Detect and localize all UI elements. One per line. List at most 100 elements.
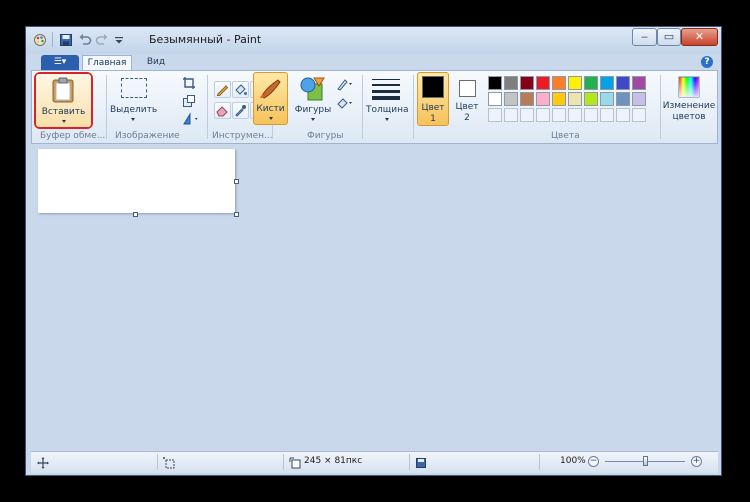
save-icon[interactable] xyxy=(59,33,73,47)
palette-swatch[interactable] xyxy=(600,92,614,106)
group-divider xyxy=(106,75,107,139)
palette-empty-swatch[interactable] xyxy=(632,108,646,122)
zoom-out-button[interactable]: − xyxy=(588,456,599,467)
shapes-button[interactable]: Фигуры xyxy=(293,74,333,126)
palette-swatch[interactable] xyxy=(632,92,646,106)
color2-button[interactable]: Цвет 2 xyxy=(452,74,482,126)
palette-empty-swatch[interactable] xyxy=(568,108,582,122)
palette-empty-swatch[interactable] xyxy=(488,108,502,122)
palette-empty-swatch[interactable] xyxy=(600,108,614,122)
minimize-button[interactable]: ‒ xyxy=(632,28,657,46)
eraser-tool[interactable] xyxy=(214,102,231,119)
palette-swatch[interactable] xyxy=(520,76,534,90)
palette-swatch[interactable] xyxy=(632,76,646,90)
status-divider xyxy=(157,454,158,470)
maximize-button[interactable]: ▭ xyxy=(657,28,681,46)
palette-empty-swatch[interactable] xyxy=(536,108,550,122)
close-button[interactable]: ✕ xyxy=(681,28,718,46)
select-rectangle-icon xyxy=(121,78,147,98)
color2-label-line1: Цвет xyxy=(455,102,479,112)
image-size-icon xyxy=(289,457,301,469)
edit-colors-label-line1: Изменение xyxy=(662,101,716,111)
palette-swatch[interactable] xyxy=(552,92,566,106)
image-size-text: 245 × 81пкс xyxy=(304,456,363,466)
paint-window: Безымянный - Paint ‒ ▭ ✕ ☰▾ Главная Вид … xyxy=(25,26,722,476)
size-line-4 xyxy=(372,96,400,100)
palette-swatch[interactable] xyxy=(584,92,598,106)
palette-swatch[interactable] xyxy=(600,76,614,90)
drawing-canvas[interactable] xyxy=(38,149,235,213)
outline-icon[interactable] xyxy=(336,77,354,91)
color-picker-tool[interactable] xyxy=(232,102,249,119)
group-divider xyxy=(362,75,363,139)
brush-icon xyxy=(260,79,281,99)
palette-empty-swatch[interactable] xyxy=(616,108,630,122)
size-line-2 xyxy=(372,84,400,86)
group-divider xyxy=(413,75,414,139)
clipboard-group-label: Буфер обме... xyxy=(40,131,106,141)
color2-swatch xyxy=(459,80,476,97)
paint-app-icon[interactable] xyxy=(33,33,47,47)
status-divider xyxy=(539,454,540,470)
shapes-icon xyxy=(300,77,325,101)
palette-swatch[interactable] xyxy=(488,76,502,90)
edit-colors-button[interactable]: Изменение цветов xyxy=(662,74,716,126)
palette-swatch[interactable] xyxy=(616,92,630,106)
ribbon-tabs: ☰▾ Главная Вид ? xyxy=(26,54,721,71)
edit-colors-label-line2: цветов xyxy=(672,112,706,122)
file-menu-button[interactable]: ☰▾ xyxy=(41,55,79,70)
palette-swatch[interactable] xyxy=(568,92,582,106)
resize-handle-corner[interactable] xyxy=(234,212,239,217)
shapes-dropdown-icon xyxy=(311,118,315,121)
palette-empty-swatch[interactable] xyxy=(504,108,518,122)
select-dropdown-icon xyxy=(131,118,135,121)
palette-swatch[interactable] xyxy=(568,76,582,90)
eraser-icon xyxy=(216,106,228,117)
palette-swatch[interactable] xyxy=(536,92,550,106)
palette-swatch[interactable] xyxy=(584,76,598,90)
palette-swatch[interactable] xyxy=(536,76,550,90)
brushes-dropdown-icon xyxy=(269,117,273,120)
tab-home[interactable]: Главная xyxy=(82,55,132,71)
palette-swatch[interactable] xyxy=(488,92,502,106)
fill-bucket-icon xyxy=(235,84,247,95)
palette-swatch[interactable] xyxy=(504,92,518,106)
zoom-in-button[interactable]: + xyxy=(691,456,702,467)
palette-empty-swatch[interactable] xyxy=(584,108,598,122)
paste-button[interactable]: Вставить xyxy=(36,74,91,127)
select-button[interactable]: Выделить xyxy=(110,74,158,126)
palette-swatch[interactable] xyxy=(552,76,566,90)
zoom-slider-thumb[interactable] xyxy=(643,456,648,466)
fill-tool[interactable] xyxy=(232,81,249,98)
customize-qat-icon[interactable] xyxy=(112,33,126,47)
resize-icon[interactable] xyxy=(182,94,196,108)
palette-swatch[interactable] xyxy=(504,76,518,90)
redo-icon[interactable] xyxy=(95,33,109,47)
undo-icon[interactable] xyxy=(78,33,92,47)
pencil-tool[interactable] xyxy=(214,81,231,98)
palette-swatch[interactable] xyxy=(520,92,534,106)
help-icon[interactable]: ? xyxy=(701,56,713,68)
group-divider xyxy=(207,75,208,139)
size-button[interactable]: Толщина xyxy=(366,74,408,126)
canvas-area[interactable] xyxy=(31,144,718,451)
status-divider xyxy=(409,454,410,470)
size-line-3 xyxy=(372,90,400,93)
brushes-button[interactable]: Кисти xyxy=(253,72,288,125)
rotate-icon[interactable] xyxy=(182,112,200,126)
fill-shape-icon[interactable] xyxy=(336,96,354,110)
resize-handle-right[interactable] xyxy=(234,179,239,184)
ribbon-home: Вставить Буфер обме... Выделить Изображе… xyxy=(31,70,718,144)
select-label: Выделить xyxy=(110,105,158,115)
resize-handle-bottom[interactable] xyxy=(133,212,138,217)
crop-icon[interactable] xyxy=(182,76,196,90)
palette-empty-swatch[interactable] xyxy=(520,108,534,122)
palette-empty-swatch[interactable] xyxy=(552,108,566,122)
color1-button[interactable]: Цвет 1 xyxy=(417,72,449,126)
size-line-1 xyxy=(372,79,400,80)
selection-size-icon xyxy=(163,457,175,469)
palette-swatch[interactable] xyxy=(616,76,630,90)
file-size-icon xyxy=(416,458,426,468)
group-divider xyxy=(660,75,661,139)
tab-view[interactable]: Вид xyxy=(138,55,174,71)
